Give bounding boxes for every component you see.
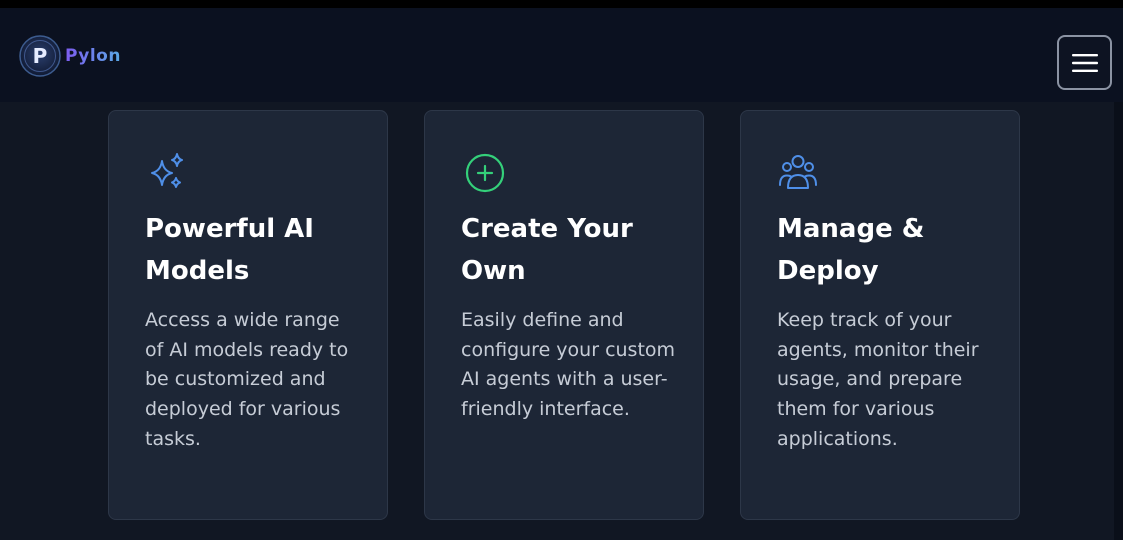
feature-description: Access a wide range of AI models ready t…	[145, 309, 349, 450]
navbar: P Pylon	[0, 8, 1123, 102]
plus-circle-icon	[465, 153, 505, 193]
brand-logo[interactable]: P Pylon	[19, 35, 121, 77]
scroll-gutter	[1114, 102, 1123, 540]
top-strip	[0, 0, 1123, 8]
feature-title: Powerful AI Models	[145, 214, 314, 286]
feature-description: Keep track of your agents, monitor their…	[777, 309, 979, 450]
hamburger-menu-icon	[1071, 53, 1098, 72]
feature-card-powerful-ai-models: Powerful AI Models Access a wide range o…	[108, 110, 388, 520]
users-group-icon	[779, 155, 817, 189]
logo-mark-icon: P	[19, 35, 61, 77]
feature-card-manage-deploy: Manage & Deploy Keep track of your agent…	[740, 110, 1020, 520]
feature-card-create-your-own: Create Your Own Easily define and config…	[424, 110, 704, 520]
menu-button[interactable]	[1057, 35, 1112, 90]
feature-description: Easily define and configure your custom …	[461, 309, 676, 421]
sparkles-icon	[151, 153, 183, 188]
brand-name: Pylon	[65, 46, 121, 66]
feature-title: Create Your Own	[461, 214, 633, 286]
logo-letter: P	[33, 44, 48, 68]
feature-title: Manage & Deploy	[777, 214, 925, 286]
